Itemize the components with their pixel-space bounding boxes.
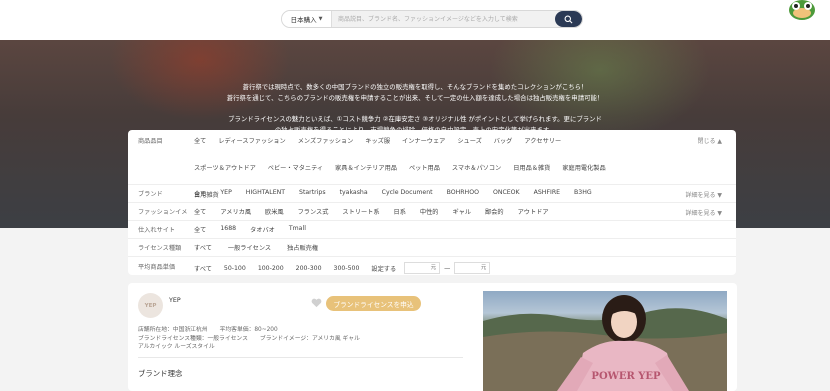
filter-option[interactable]: ONCEOK xyxy=(493,189,520,198)
filter-option[interactable]: 一般ライセンス xyxy=(228,243,271,252)
filter-option[interactable]: 100-200 xyxy=(258,265,284,272)
filter-option[interactable]: レディースファッション xyxy=(218,136,285,145)
model-illustration: POWER YEP xyxy=(483,295,727,391)
filter-option[interactable]: キッズ服 xyxy=(365,136,390,145)
filter-option[interactable]: 全て xyxy=(194,225,206,234)
filter-label-price: 平均商品単価 xyxy=(138,264,176,271)
filter-option[interactable]: 日用品＆雑貨 xyxy=(513,163,550,172)
chevron-down-icon: ▼ xyxy=(318,16,323,22)
filter-option[interactable]: ASHFIRE xyxy=(534,189,560,198)
brand-model-photo[interactable]: POWER YEP xyxy=(483,291,727,391)
filter-option[interactable]: アウトドア xyxy=(518,207,549,216)
brand-avatar[interactable]: YEP xyxy=(138,293,163,318)
filter-option[interactable]: ストリート系 xyxy=(342,207,379,216)
filter-option[interactable]: スポーツ＆アウトドア xyxy=(194,163,256,172)
filter-option[interactable]: インナーウェア xyxy=(402,136,445,145)
price-min-input[interactable] xyxy=(404,262,441,274)
license-options: すべて 一般ライセンス 独占販売権 xyxy=(194,243,318,252)
info-location: 店舗所在地：中国浙江杭州 xyxy=(138,327,208,333)
filter-option[interactable]: Tmall xyxy=(289,225,306,234)
filter-option[interactable]: 中性的 xyxy=(420,207,439,216)
brand-concept-title: ブランド理念 xyxy=(138,369,183,378)
heart-icon[interactable] xyxy=(311,298,322,308)
filter-label-license: ライセンス種類 xyxy=(138,245,182,252)
info-license-type: ブランドライセンス種類：一般ライセンス xyxy=(138,335,248,342)
info-brand-image: ブランドイメージ：アメリカ風 ギャル xyxy=(259,335,360,342)
info-style-tags: アルカイック ルーズスタイル xyxy=(138,344,215,350)
brand-more-toggle[interactable]: 詳細を見る ▼ xyxy=(685,190,722,199)
filter-option[interactable]: 300-500 xyxy=(334,265,360,272)
price-set-label: 設定する xyxy=(371,265,397,273)
filter-option[interactable]: ギャル xyxy=(452,207,471,216)
filter-panel: 商品品目 全て レディースファッション メンズファッション キッズ服 インナーウ… xyxy=(128,130,736,275)
filter-label-category: 商品品目 xyxy=(138,138,163,145)
filter-option[interactable]: バッグ xyxy=(494,136,513,145)
price-separator: — xyxy=(444,264,451,272)
fashion-more-toggle[interactable]: 詳細を見る ▼ xyxy=(685,208,722,217)
brand-options: 全て YEP HIGHTALENT Startrips tyakasha Cyc… xyxy=(194,189,592,198)
filter-option[interactable]: YEP xyxy=(220,189,231,198)
filter-option[interactable]: アクセサリー xyxy=(524,136,561,145)
apply-license-button[interactable]: ブランドライセンスを申込 xyxy=(326,296,421,311)
collapse-toggle[interactable]: 閉じる ▲ xyxy=(697,136,722,145)
filter-label-fashion: ファッションイメ xyxy=(138,209,188,216)
filter-label-brand: ブランド xyxy=(138,191,163,198)
hero-line: ブランドライセンスの魅力といえば、①コスト競争力 ②在庫安定さ ③オリジナル性 … xyxy=(228,115,602,123)
search-scope-label: 日本購入 xyxy=(290,16,317,24)
filter-option[interactable]: メンズファッション xyxy=(298,136,354,145)
brand-name[interactable]: YEP xyxy=(169,297,181,304)
source-options: 全て 1688 タオバオ Tmall xyxy=(194,225,306,234)
search-scope-dropdown[interactable]: 日本購入 ▼ xyxy=(282,11,332,27)
hero-line: 蒼行祭では現時点で、数多くの中国ブランドの独立の販売権を取得し、そんなブランドを… xyxy=(242,83,588,91)
price-max-input[interactable] xyxy=(454,262,491,274)
filter-option[interactable]: スマホ＆パソコン xyxy=(452,163,501,172)
frog-mascot-icon[interactable] xyxy=(787,0,817,20)
filter-option[interactable]: ベビー・マタニティ xyxy=(268,163,323,172)
filter-label-source: 仕入れサイト xyxy=(138,227,176,234)
search-button[interactable] xyxy=(555,11,582,27)
filter-option[interactable]: すべて xyxy=(194,264,212,273)
filter-option[interactable]: B3HG xyxy=(574,189,592,198)
filter-option[interactable]: フランス式 xyxy=(298,207,329,216)
divider xyxy=(138,357,463,358)
filter-option[interactable]: 日系 xyxy=(394,207,406,216)
fashion-options: 全て アメリカ風 欧米風 フランス式 ストリート系 日系 中性的 ギャル 鄙会的… xyxy=(194,207,549,216)
filter-option[interactable]: シューズ xyxy=(457,136,481,145)
brand-avatar-text: YEP xyxy=(144,302,157,309)
filter-option[interactable]: 全て xyxy=(194,207,206,216)
filter-option[interactable]: すべて xyxy=(194,243,212,252)
brand-info: 店舗所在地：中国浙江杭州 平均客単価：80~200 ブランドライセンス種類：一般ラ… xyxy=(138,326,360,352)
filter-option[interactable]: タオバオ xyxy=(250,225,275,234)
price-range: — xyxy=(404,262,491,274)
hero-line: 蒼行祭を通じて、こちらのブランドの販売権を申請することが出来、そして一定の仕入額… xyxy=(226,94,604,102)
info-avg-price: 平均客単価：80~200 xyxy=(219,327,278,333)
filter-option[interactable]: BOHRHOO xyxy=(447,189,479,198)
price-options: すべて 50-100 100-200 200-300 300-500 設定する … xyxy=(194,262,491,274)
filter-option[interactable]: HIGHTALENT xyxy=(246,189,285,198)
filter-option[interactable]: 独占販売権 xyxy=(287,243,318,252)
top-header: 日本購入 ▼ xyxy=(0,0,830,40)
search-bar: 日本購入 ▼ xyxy=(281,10,583,28)
search-icon xyxy=(564,15,573,23)
filter-option[interactable]: 全て xyxy=(194,136,206,145)
filter-option[interactable]: 鄙会的 xyxy=(485,207,504,216)
filter-option[interactable]: Startrips xyxy=(299,189,326,198)
filter-option[interactable]: 全て xyxy=(194,189,206,198)
filter-option[interactable]: Cycle Document xyxy=(382,189,433,198)
search-input[interactable] xyxy=(332,11,555,27)
filter-option[interactable]: 欧米風 xyxy=(265,207,284,216)
filter-option[interactable]: ペット用品 xyxy=(409,163,440,172)
brand-card: YEP YEP ブランドライセンスを申込 店舗所在地：中国浙江杭州 平均客単価：8… xyxy=(128,283,737,391)
filter-option[interactable]: 家具＆インテリア用品 xyxy=(335,163,397,172)
filter-option[interactable]: 50-100 xyxy=(224,265,246,272)
filter-option[interactable]: アメリカ風 xyxy=(220,207,251,216)
filter-option[interactable]: tyakasha xyxy=(340,189,368,198)
filter-option[interactable]: 200-300 xyxy=(296,265,322,272)
hoodie-print-text: POWER YEP xyxy=(591,371,661,382)
filter-option[interactable]: 家庭用電化製品 xyxy=(562,163,605,172)
filter-option[interactable]: 1688 xyxy=(220,225,236,234)
